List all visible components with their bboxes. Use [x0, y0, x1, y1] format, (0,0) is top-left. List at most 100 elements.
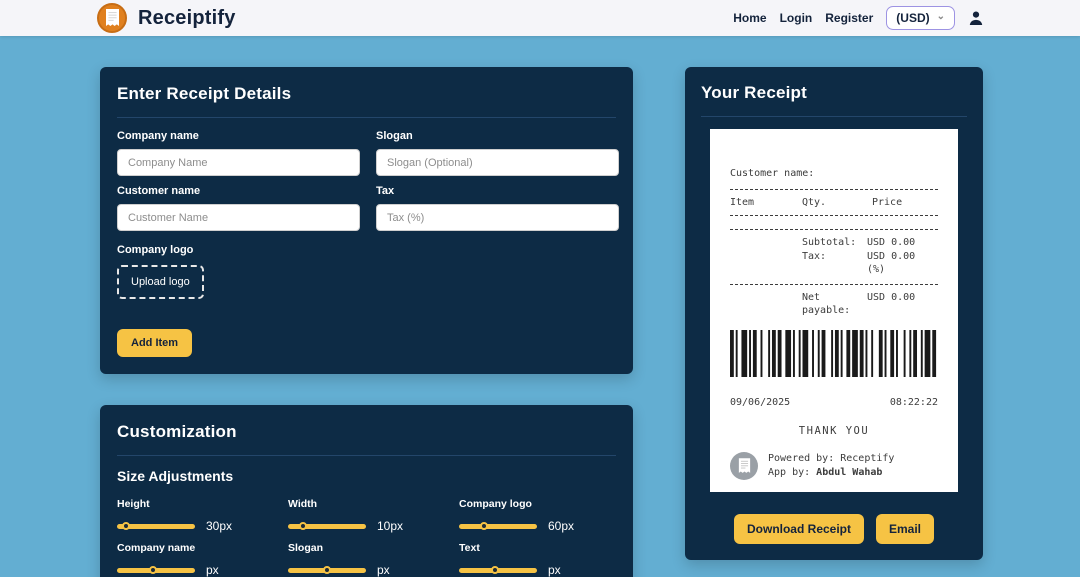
- height-slider-label: Height: [117, 498, 277, 510]
- receipt-details-card: Enter Receipt Details Company name Sloga…: [100, 67, 633, 374]
- company-logo-slider-value: 60px: [548, 519, 574, 533]
- company-logo-slider-group: Company logo 60px: [459, 498, 619, 533]
- company-name-group: Company name: [117, 130, 360, 176]
- divider: [701, 116, 967, 117]
- slider-thumb[interactable]: [299, 522, 307, 530]
- slider-thumb[interactable]: [149, 566, 157, 574]
- slogan-slider-value: px: [377, 563, 390, 577]
- user-account-icon[interactable]: [968, 10, 984, 26]
- company-name-slider-group: Company name px: [117, 542, 277, 577]
- customer-name-label: Customer name: [117, 185, 360, 197]
- top-navbar: Receiptify Home Login Register (USD) ⌄: [0, 0, 1080, 36]
- nav-login[interactable]: Login: [780, 11, 813, 25]
- currency-select[interactable]: (USD) ⌄: [886, 6, 955, 30]
- slogan-slider-label: Slogan: [288, 542, 448, 554]
- slogan-slider-group: Slogan px: [288, 542, 448, 577]
- company-logo-slider-label: Company logo: [459, 498, 619, 510]
- receipt-footer: Powered by: Receptify App by: Abdul Waha…: [730, 452, 938, 480]
- receipt-app-by-name: Abdul Wahab: [816, 467, 882, 478]
- company-logo-label: Company logo: [117, 244, 616, 256]
- receipt-dashed-line: [730, 189, 938, 190]
- receipt-time: 08:22:22: [890, 397, 938, 408]
- receipt-dashed-line: [730, 284, 938, 285]
- width-slider[interactable]: [288, 524, 366, 529]
- company-logo-slider[interactable]: [459, 524, 537, 529]
- height-slider-group: Height 30px: [117, 498, 277, 533]
- text-slider[interactable]: [459, 568, 537, 573]
- text-slider-value: px: [548, 563, 561, 577]
- width-slider-group: Width 10px: [288, 498, 448, 533]
- receipt-card-title: Your Receipt: [701, 83, 967, 103]
- receipt-dashed-line: [730, 215, 938, 216]
- receipt-footer-logo-icon: [730, 452, 758, 480]
- customer-name-group: Customer name: [117, 185, 360, 231]
- slogan-input[interactable]: [376, 149, 619, 176]
- receipt-preview: Customer name: Item Qty. Price Subtotal:…: [710, 129, 958, 492]
- upload-logo-button[interactable]: Upload logo: [117, 265, 204, 299]
- nav-register[interactable]: Register: [825, 11, 873, 25]
- tax-group: Tax: [376, 185, 619, 231]
- receipt-net-label: Net payable:: [802, 291, 867, 317]
- receipt-date: 09/06/2025: [730, 397, 790, 408]
- receipt-datetime-row: 09/06/2025 08:22:22: [730, 397, 938, 408]
- nav-home[interactable]: Home: [733, 11, 766, 25]
- slogan-slider[interactable]: [288, 568, 366, 573]
- width-slider-label: Width: [288, 498, 448, 510]
- download-receipt-button[interactable]: Download Receipt: [734, 514, 864, 544]
- receipt-tax-value: USD 0.00 (%): [867, 250, 938, 276]
- company-name-input[interactable]: [117, 149, 360, 176]
- divider: [117, 117, 616, 118]
- brand-title: Receiptify: [138, 7, 236, 30]
- receipt-col-qty: Qty.: [802, 197, 872, 208]
- main-content: Enter Receipt Details Company name Sloga…: [0, 36, 1080, 577]
- receipt-dashed-line: [730, 229, 938, 230]
- receipt-subtotal-label: Subtotal:: [802, 236, 867, 249]
- receipt-app-by-label: App by:: [768, 467, 816, 478]
- details-card-title: Enter Receipt Details: [117, 84, 616, 104]
- receipt-customer-label: Customer name:: [730, 167, 938, 180]
- your-receipt-card: Your Receipt Customer name: Item Qty. Pr…: [685, 67, 983, 560]
- size-adjustments-title: Size Adjustments: [117, 468, 616, 484]
- divider: [117, 455, 616, 456]
- chevron-down-icon: ⌄: [937, 14, 945, 20]
- company-name-slider[interactable]: [117, 568, 195, 573]
- receipt-col-price: Price: [872, 197, 938, 208]
- left-column: Enter Receipt Details Company name Sloga…: [100, 67, 633, 577]
- receipt-net-value: USD 0.00: [867, 291, 938, 317]
- height-slider[interactable]: [117, 524, 195, 529]
- receipt-tax-label: Tax:: [802, 250, 867, 276]
- text-slider-label: Text: [459, 542, 619, 554]
- customization-card: Customization Size Adjustments Height 30…: [100, 405, 633, 577]
- receipt-actions: Download Receipt Email: [701, 514, 967, 544]
- company-name-label: Company name: [117, 130, 360, 142]
- receipt-subtotal-value: USD 0.00: [867, 236, 938, 249]
- email-button[interactable]: Email: [876, 514, 934, 544]
- receipt-col-item: Item: [730, 197, 802, 208]
- slider-grid: Height 30px Width 10px Company logo: [117, 498, 616, 577]
- slogan-group: Slogan: [376, 130, 619, 176]
- text-slider-group: Text px: [459, 542, 619, 577]
- receipt-app-by: App by: Abdul Wahab: [768, 466, 894, 480]
- brand-logo[interactable]: Receiptify: [97, 3, 236, 33]
- barcode: [730, 330, 938, 377]
- company-name-slider-label: Company name: [117, 542, 277, 554]
- slider-thumb[interactable]: [491, 566, 499, 574]
- tax-input[interactable]: [376, 204, 619, 231]
- customization-card-title: Customization: [117, 422, 616, 442]
- receipt-logo-icon: [97, 3, 127, 33]
- slogan-label: Slogan: [376, 130, 619, 142]
- receipt-powered-by: Powered by: Receptify: [768, 452, 894, 466]
- customer-name-input[interactable]: [117, 204, 360, 231]
- slider-thumb[interactable]: [480, 522, 488, 530]
- height-slider-value: 30px: [206, 519, 232, 533]
- receipt-column-headers: Item Qty. Price: [730, 197, 938, 208]
- receipt-subtotal-row: Subtotal: USD 0.00: [730, 236, 938, 249]
- details-form: Company name Slogan Customer name Tax: [117, 130, 616, 231]
- slider-thumb[interactable]: [122, 522, 130, 530]
- company-name-slider-value: px: [206, 563, 219, 577]
- receipt-thank-you: THANK YOU: [730, 425, 938, 437]
- slider-thumb[interactable]: [323, 566, 331, 574]
- receipt-tax-row: Tax: USD 0.00 (%): [730, 250, 938, 276]
- add-item-button[interactable]: Add Item: [117, 329, 192, 357]
- receipt-credits: Powered by: Receptify App by: Abdul Waha…: [768, 452, 894, 480]
